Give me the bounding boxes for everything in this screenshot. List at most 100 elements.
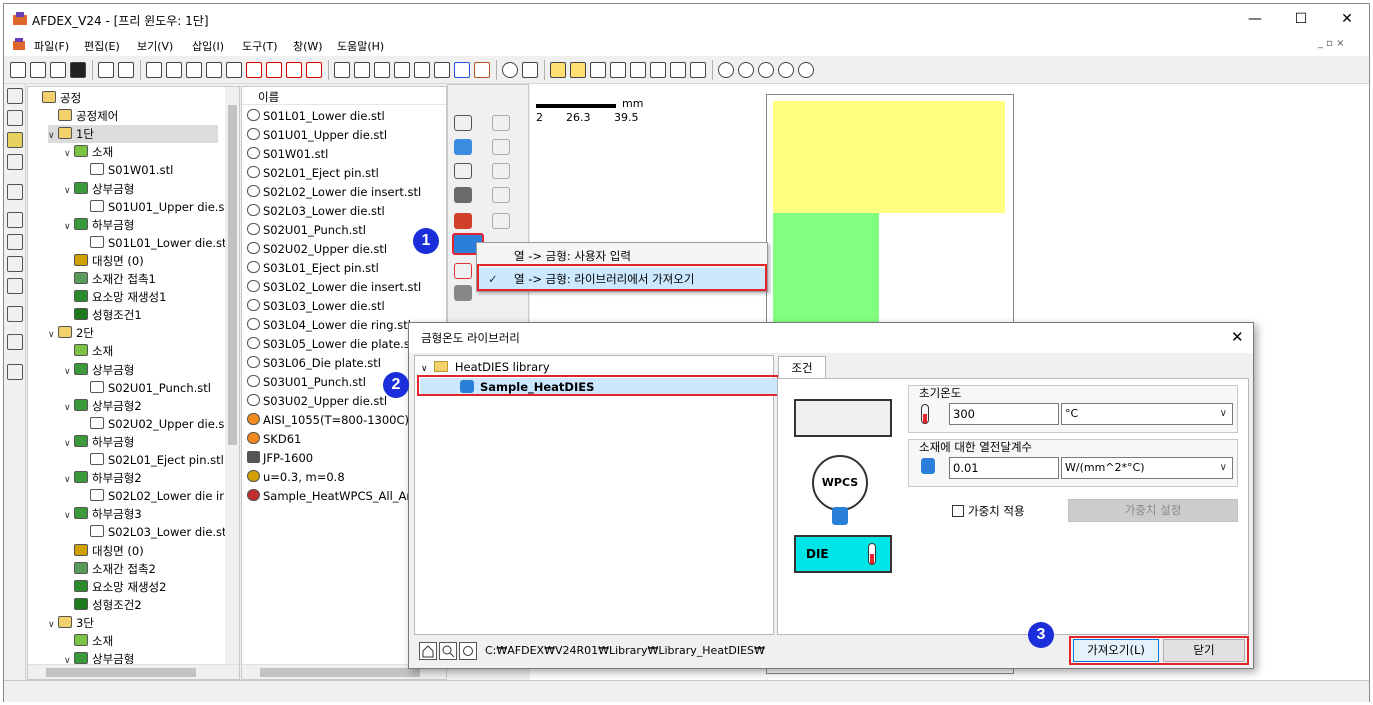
tool-button[interactable] <box>454 163 472 179</box>
file-list-item[interactable]: S03L05_Lower die plate.stl <box>247 335 418 353</box>
initial-temp-input[interactable]: 300 <box>949 403 1059 425</box>
tree-node[interactable]: S02L02_Lower die ir <box>80 487 224 505</box>
material-icon[interactable] <box>7 110 23 126</box>
file-list-item[interactable]: S03L06_Die plate.stl <box>247 354 381 372</box>
file-list-item[interactable]: AISI_1055(T=800-1300C) <box>247 411 409 429</box>
process-icon[interactable] <box>394 62 410 78</box>
tree-node[interactable]: S01L01_Lower die.st <box>80 234 227 252</box>
display-icon[interactable] <box>7 132 23 148</box>
file-list-item[interactable]: S03U02_Upper die.stl <box>247 392 387 410</box>
tree-hscrollbar[interactable] <box>28 664 239 679</box>
file-hscroll-thumb[interactable] <box>260 668 420 677</box>
tree-node[interactable]: S02L03_Lower die.st <box>80 523 227 541</box>
step-icon[interactable] <box>226 62 242 78</box>
layout-icon[interactable] <box>7 212 23 228</box>
tool-button[interactable] <box>454 263 472 279</box>
grid-icon[interactable] <box>522 62 538 78</box>
tree-node[interactable]: 요소망 재생성2 <box>64 578 166 596</box>
view-icon[interactable] <box>570 62 586 78</box>
file-list-item[interactable]: S01W01.stl <box>247 145 328 163</box>
tree-node[interactable]: 소재 <box>64 342 113 360</box>
file-list-item[interactable]: S03L01_Eject pin.stl <box>247 259 379 277</box>
rotate-icon[interactable] <box>798 62 814 78</box>
tab-conditions[interactable]: 조건 <box>778 356 826 379</box>
tree-scroll-thumb[interactable] <box>228 105 237 445</box>
chevron-down-icon[interactable]: ∨ <box>64 435 74 453</box>
file-list-item[interactable]: SKD61 <box>247 430 301 448</box>
tree-node[interactable]: 대칭면 (0) <box>64 542 144 560</box>
tree-node[interactable]: ∨ 상부금형2 <box>64 397 142 415</box>
mdi-controls[interactable]: _ ▫ × <box>1318 38 1345 49</box>
tool-button[interactable] <box>454 285 472 301</box>
chevron-down-icon[interactable]: ∨ <box>64 399 74 417</box>
menu-tools[interactable]: 도구(T) <box>242 38 278 54</box>
checklist-icon[interactable] <box>7 364 23 380</box>
tool-button[interactable] <box>454 187 472 203</box>
chevron-down-icon[interactable]: ∨ <box>64 471 74 489</box>
chevron-down-icon[interactable]: ∨ <box>48 326 58 344</box>
import-icon[interactable] <box>98 62 114 78</box>
file-list-item[interactable]: S02U02_Upper die.stl <box>247 240 387 258</box>
tree-node[interactable]: 대칭면 (0) <box>64 252 144 270</box>
process-icon[interactable] <box>434 62 450 78</box>
chevron-down-icon[interactable]: ∨ <box>48 127 58 145</box>
menu-window[interactable]: 창(W) <box>293 38 323 54</box>
menu-edit[interactable]: 편집(E) <box>84 38 120 54</box>
zoom-in-icon[interactable] <box>738 62 754 78</box>
tree-node[interactable]: 공정제어 <box>48 107 118 125</box>
file-list-item[interactable]: S03L02_Lower die insert.stl <box>247 278 421 296</box>
process-icon[interactable] <box>354 62 370 78</box>
close-window-button[interactable]: ✕ <box>1324 4 1370 34</box>
file-list-item[interactable]: Sample_HeatWPCS_All_Ana <box>247 487 421 505</box>
tree-node[interactable]: ∨ 하부금형2 <box>64 469 142 487</box>
file-list-item[interactable]: S02L03_Lower die.stl <box>247 202 385 220</box>
new-file-icon[interactable] <box>10 62 26 78</box>
process-icon[interactable] <box>374 62 390 78</box>
process-icon[interactable] <box>414 62 430 78</box>
chevron-down-icon[interactable]: ∨ <box>64 218 74 236</box>
step-red-icon[interactable] <box>286 62 302 78</box>
tool-button[interactable] <box>454 115 472 131</box>
view-icon[interactable] <box>670 62 686 78</box>
tree-node[interactable]: ∨ 하부금형3 <box>64 505 142 523</box>
step-icon[interactable] <box>206 62 222 78</box>
tree-node[interactable]: 성형조건2 <box>64 596 142 614</box>
view-icon[interactable] <box>650 62 666 78</box>
tree-node[interactable]: 요소망 재생성1 <box>64 288 166 306</box>
file-list-item[interactable]: S03L03_Lower die.stl <box>247 297 385 315</box>
tree-vscrollbar[interactable] <box>225 87 239 664</box>
tree-node[interactable]: S01W01.stl <box>80 161 173 179</box>
tree-node[interactable]: ∨ 상부금형 <box>64 180 134 198</box>
pan-hand-icon[interactable] <box>778 62 794 78</box>
htc-unit-select[interactable]: W/(mm^2*°C) ∨ <box>1061 457 1233 479</box>
chevron-down-icon[interactable]: ∨ <box>64 145 74 163</box>
hierarchy-icon[interactable] <box>7 234 23 250</box>
tree-node[interactable]: ∨ 3단 <box>48 614 94 632</box>
htc-input[interactable]: 0.01 <box>949 457 1059 479</box>
camera-icon[interactable] <box>502 62 518 78</box>
file-list-item[interactable]: u=0.3, m=0.8 <box>247 468 345 486</box>
save-icon[interactable] <box>70 62 86 78</box>
weight-settings-button[interactable]: 가중치 설정 <box>1068 499 1238 522</box>
step-red-icon[interactable] <box>246 62 262 78</box>
view-icon[interactable] <box>590 62 606 78</box>
view-icon[interactable] <box>690 62 706 78</box>
measure-icon[interactable] <box>7 278 23 294</box>
tree-node[interactable]: ∨ 상부금형 <box>64 361 134 379</box>
step-icon[interactable] <box>146 62 162 78</box>
tree-node[interactable]: 소재간 접촉1 <box>64 270 156 288</box>
file-list-item[interactable]: S03L04_Lower die ring.stl <box>247 316 411 334</box>
home-icon[interactable] <box>419 642 437 660</box>
step-icon[interactable] <box>166 62 182 78</box>
tree-view-icon[interactable] <box>7 88 23 104</box>
open-recent-icon[interactable] <box>50 62 66 78</box>
file-list-item[interactable]: S02L02_Lower die insert.stl <box>247 183 421 201</box>
file-list-item[interactable]: S02L01_Eject pin.stl <box>247 164 379 182</box>
file-list-item[interactable]: S03U01_Punch.stl <box>247 373 366 391</box>
step-red-icon[interactable] <box>306 62 322 78</box>
tree-node[interactable]: S02U02_Upper die.s <box>80 415 224 433</box>
tool-button[interactable] <box>454 139 472 155</box>
step-red-icon[interactable] <box>266 62 282 78</box>
tree-node[interactable]: 소재 <box>64 632 113 650</box>
dialog-close-icon[interactable]: ✕ <box>1231 328 1244 346</box>
